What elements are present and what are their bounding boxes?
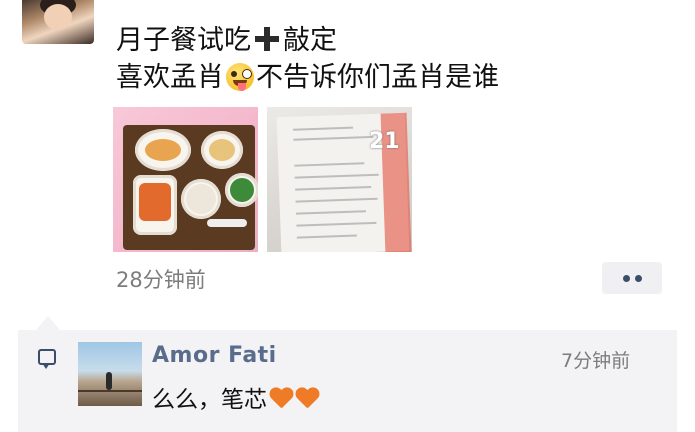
- document-photo[interactable]: 21: [267, 107, 412, 252]
- post-line-2-text-b: 不告诉你们孟肖是谁: [256, 62, 499, 93]
- zany-face-icon: [226, 63, 254, 91]
- poster-avatar[interactable]: [22, 0, 94, 44]
- meal-tray-photo[interactable]: [113, 107, 258, 252]
- ellipsis-icon: [635, 275, 642, 282]
- avatar-rail: [78, 390, 142, 392]
- post-text: 月子餐试吃 敲定 喜欢孟肖 不告诉你们孟肖是谁: [116, 22, 499, 96]
- plate: [135, 129, 191, 171]
- commenter-name[interactable]: Amor Fati: [152, 343, 277, 368]
- avatar-face: [44, 4, 72, 30]
- orange-heart-icon: [295, 388, 319, 410]
- comment-text-content: 么么，笔芯: [152, 387, 267, 413]
- ellipsis-icon: [623, 275, 630, 282]
- post-line-2: 喜欢孟肖 不告诉你们孟肖是谁: [116, 59, 499, 96]
- post-line-1-text-b: 敲定: [283, 25, 337, 56]
- post-time: 28分钟前: [116, 268, 206, 292]
- spoon: [207, 219, 247, 227]
- post-line-2-text-a: 喜欢孟肖: [116, 62, 224, 93]
- heavy-plus-icon: [254, 26, 280, 52]
- post-line-1: 月子餐试吃 敲定: [116, 22, 499, 59]
- orange-heart-icon: [269, 388, 293, 410]
- comment-icon: [38, 349, 56, 369]
- post-line-1-text-a: 月子餐试吃: [116, 25, 251, 56]
- document-badge: 21: [369, 129, 400, 154]
- comment-time: 7分钟前: [561, 350, 631, 372]
- plate: [201, 131, 243, 169]
- plate: [133, 175, 177, 235]
- avatar-figure: [106, 372, 112, 390]
- plate: [181, 179, 221, 219]
- commenter-avatar[interactable]: [78, 342, 142, 406]
- comment-text: 么么，笔芯: [152, 380, 319, 414]
- comment-caret: [36, 316, 60, 330]
- more-button[interactable]: [602, 262, 662, 294]
- plate: [225, 173, 258, 207]
